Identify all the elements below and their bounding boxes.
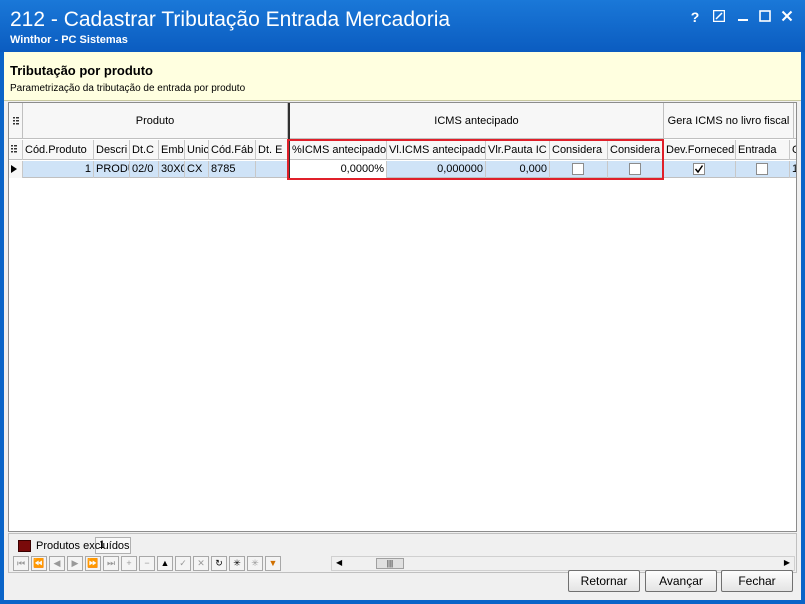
col-considera-2[interactable]: Considera: [608, 140, 664, 160]
legend: Produtos excluídos: [18, 540, 130, 552]
prev-page-icon[interactable]: ⏪: [31, 556, 47, 571]
col-vl-icms-antecipado[interactable]: Vl.ICMS antecipado: [387, 140, 486, 160]
window-title: 212 - Cadastrar Tributação Entrada Merca…: [10, 8, 451, 31]
title-bar: 212 - Cadastrar Tributação Entrada Merca…: [0, 0, 805, 52]
last-page-icon[interactable]: ⏭: [103, 556, 119, 571]
grid-menu-icon[interactable]: [9, 103, 23, 139]
band-header-row: Produto ICMS antecipado Gera ICMS no liv…: [9, 103, 796, 139]
header-panel: Tributação por produto Parametrização da…: [4, 52, 801, 101]
avancar-button[interactable]: Avançar: [645, 570, 717, 592]
window-subtitle: Winthor - PC Sistemas: [10, 34, 128, 46]
col-emb[interactable]: Emb: [159, 140, 185, 160]
cell-considera-2: [608, 161, 664, 178]
entrada-checkbox[interactable]: [756, 163, 768, 175]
col-unid[interactable]: Unic: [185, 140, 209, 160]
legend-swatch: [18, 540, 31, 552]
col-vlr-pauta[interactable]: Vlr.Pauta IC: [486, 140, 550, 160]
cell-vl-icms-antecipado[interactable]: 0,000000: [387, 161, 486, 178]
filter-icon[interactable]: ▼: [265, 556, 281, 571]
cell-descricao[interactable]: PRODU: [94, 161, 130, 178]
app-window: 212 - Cadastrar Tributação Entrada Merca…: [0, 0, 805, 604]
legend-label: Produtos excluídos: [36, 540, 130, 552]
scroll-right-icon[interactable]: ▶: [784, 558, 790, 567]
refresh-icon[interactable]: ↻: [211, 556, 227, 571]
asterisk-icon[interactable]: ✳: [229, 556, 245, 571]
col-cod-fab[interactable]: Cód.Fáb: [209, 140, 256, 160]
considera-2-checkbox[interactable]: [629, 163, 641, 175]
close-icon[interactable]: [778, 8, 796, 26]
col-descricao[interactable]: Descri: [94, 140, 130, 160]
section-description: Parametrização da tributação de entrada …: [10, 83, 246, 94]
band-icms-antecipado: ICMS antecipado: [290, 103, 664, 139]
cancel-icon[interactable]: ✕: [193, 556, 209, 571]
edit-icon[interactable]: ▲: [157, 556, 173, 571]
table-row[interactable]: 1 PRODU 02/0 30X0 CX 8785 0,0000% 0,0000…: [9, 161, 796, 178]
maximize-icon[interactable]: [756, 8, 774, 26]
column-header-row: Cód.Produto Descri Dt.C Emb Unic Cód.Fáb…: [9, 140, 796, 160]
minimize-icon[interactable]: [734, 8, 752, 26]
horizontal-scrollbar[interactable]: ◀ ||| ▶: [331, 556, 795, 571]
cell-extra[interactable]: 1: [790, 161, 796, 178]
grid-navigator: 1 ⏮ ⏪ ◀ ▶ ⏩ ⏭ + − ▲ ✓ ✕ ↻ ✳ ✳ ▼ ◀ ||| ▶: [8, 533, 797, 573]
remove-icon[interactable]: −: [139, 556, 155, 571]
cell-emb[interactable]: 30X0: [159, 161, 185, 178]
cell-unid[interactable]: CX: [185, 161, 209, 178]
cell-cod-produto[interactable]: 1: [23, 161, 94, 178]
next-record-icon[interactable]: ▶: [67, 556, 83, 571]
column-menu-icon[interactable]: [9, 140, 23, 160]
row-indicator-icon: [9, 161, 23, 178]
cell-entrada: [736, 161, 790, 178]
add-icon[interactable]: +: [121, 556, 137, 571]
asterisk-off-icon[interactable]: ✳: [247, 556, 263, 571]
frozen-column-separator: [288, 103, 290, 178]
section-title: Tributação por produto: [10, 63, 153, 78]
dev-forneced-checkbox[interactable]: [693, 163, 705, 175]
col-dt-e[interactable]: Dt. E: [256, 140, 288, 160]
cell-pct-icms-antecipado[interactable]: 0,0000%: [290, 161, 387, 178]
cell-vlr-pauta[interactable]: 0,000: [486, 161, 550, 178]
retornar-button[interactable]: Retornar: [568, 570, 640, 592]
prev-record-icon[interactable]: ◀: [49, 556, 65, 571]
next-page-icon[interactable]: ⏩: [85, 556, 101, 571]
col-cod-produto[interactable]: Cód.Produto: [23, 140, 94, 160]
post-icon[interactable]: ✓: [175, 556, 191, 571]
col-considera-1[interactable]: Considera: [550, 140, 608, 160]
col-extra[interactable]: C: [790, 140, 796, 160]
client-area: Tributação por produto Parametrização da…: [4, 52, 801, 600]
cell-dt-cad[interactable]: 02/0: [130, 161, 159, 178]
help-icon[interactable]: ?: [686, 8, 704, 26]
first-page-icon[interactable]: ⏮: [13, 556, 29, 571]
scroll-left-icon[interactable]: ◀: [336, 558, 342, 567]
col-pct-icms-antecipado[interactable]: %ICMS antecipado: [290, 140, 387, 160]
col-entrada[interactable]: Entrada: [736, 140, 790, 160]
cell-dev-forneced: [664, 161, 736, 178]
product-grid[interactable]: Produto ICMS antecipado Gera ICMS no liv…: [8, 102, 797, 532]
pencil-icon[interactable]: [710, 8, 728, 26]
cell-cod-fab[interactable]: 8785: [209, 161, 256, 178]
cell-considera-1: [550, 161, 608, 178]
band-produto: Produto: [23, 103, 288, 139]
col-dev-forneced[interactable]: Dev.Forneced: [664, 140, 736, 160]
considera-1-checkbox[interactable]: [572, 163, 584, 175]
band-gera-icms: Gera ICMS no livro fiscal: [664, 103, 794, 139]
col-dt-cad[interactable]: Dt.C: [130, 140, 159, 160]
fechar-button[interactable]: Fechar: [721, 570, 793, 592]
scroll-thumb[interactable]: |||: [376, 558, 404, 569]
band-extra: [794, 103, 796, 139]
cell-dt-e[interactable]: [256, 161, 288, 178]
